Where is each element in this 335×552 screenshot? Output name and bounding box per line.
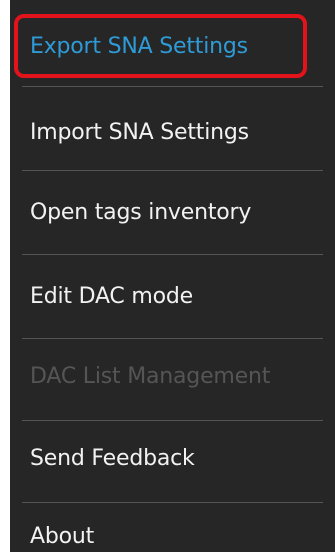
menu-separator	[22, 86, 323, 87]
context-menu: Export SNA Settings Import SNA Settings …	[10, 0, 335, 552]
menu-item-export-sna-settings[interactable]: Export SNA Settings	[10, 6, 323, 86]
menu-item-label: Edit DAC mode	[30, 283, 193, 309]
menu-item-about[interactable]: About	[10, 496, 323, 552]
menu-item-edit-dac-mode[interactable]: Edit DAC mode	[10, 256, 323, 336]
menu-item-label: Send Feedback	[30, 445, 195, 471]
menu-separator	[22, 254, 323, 255]
menu-item-label: Export SNA Settings	[30, 33, 248, 59]
menu-item-label: About	[30, 523, 95, 549]
menu-item-label: Open tags inventory	[30, 199, 252, 225]
menu-item-label: Import SNA Settings	[30, 119, 249, 145]
menu-item-label: DAC List Management	[30, 363, 271, 389]
menu-item-dac-list-management: DAC List Management	[10, 336, 323, 416]
menu-item-open-tags-inventory[interactable]: Open tags inventory	[10, 172, 323, 252]
menu-separator	[22, 170, 323, 171]
menu-item-import-sna-settings[interactable]: Import SNA Settings	[10, 92, 323, 172]
menu-item-send-feedback[interactable]: Send Feedback	[10, 418, 323, 498]
page: Export SNA Settings Import SNA Settings …	[0, 0, 335, 552]
